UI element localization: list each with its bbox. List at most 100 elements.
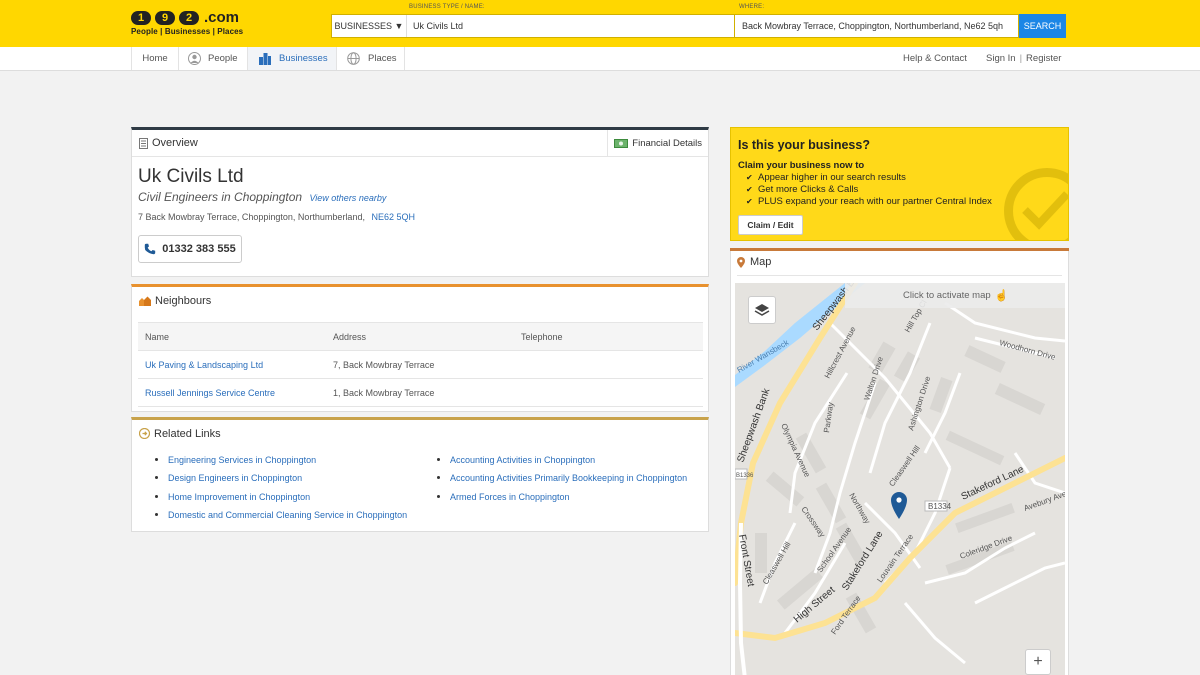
help-contact-label: Help & Contact — [903, 53, 967, 64]
related-links-header: Related Links — [132, 420, 708, 447]
related-link[interactable]: Accounting Activities Primarily Bookkeep… — [450, 473, 687, 483]
account-links: Sign In | Register — [986, 47, 1061, 70]
logo-digit: 1 — [131, 10, 151, 25]
neighbours-title: Neighbours — [155, 294, 212, 307]
map-panel: Map Sheepwash Bank River Wansbeck Stakef… — [730, 248, 1069, 675]
nav-home[interactable]: Home — [131, 47, 179, 70]
benefit-text: PLUS expand your reach with our partner … — [758, 196, 992, 208]
business-category-line: Civil Engineers in Choppington View othe… — [138, 190, 386, 204]
neighbour-name-link[interactable]: Russell Jennings Service Centre — [145, 388, 275, 398]
check-icon: ✔ — [746, 185, 753, 195]
phone-button[interactable]: 01332 383 555 — [138, 235, 242, 263]
houses-icon — [139, 296, 151, 306]
list-item: Armed Forces in Choppington — [437, 491, 687, 509]
register-link[interactable]: Register — [1026, 53, 1061, 64]
business-search-group: BUSINESSES ▼ — [331, 14, 735, 38]
globe-icon — [347, 52, 360, 65]
overview-header: Overview Financial Details — [132, 129, 708, 157]
search-button[interactable]: SEARCH — [1019, 14, 1066, 38]
neighbour-address: 7, Back Mowbray Terrace — [326, 350, 514, 379]
person-icon — [188, 52, 201, 65]
related-links-title: Related Links — [154, 427, 221, 440]
location-input[interactable] — [735, 14, 1019, 38]
table-row: Uk Paving & Landscaping Ltd 7, Back Mowb… — [138, 350, 703, 379]
list-item: ✔ PLUS expand your reach with our partner… — [746, 196, 992, 208]
related-link[interactable]: Home Improvement in Choppington — [168, 492, 310, 502]
list-item: Domestic and Commercial Cleaning Service… — [155, 509, 407, 527]
nav-places[interactable]: Places — [337, 47, 405, 70]
activate-map-label: Click to activate map — [903, 290, 991, 301]
list-item: ✔ Appear higher in our search results — [746, 172, 992, 184]
phone-icon — [145, 243, 156, 255]
logo-suffix: .com — [204, 8, 240, 26]
document-icon — [139, 137, 148, 149]
column-header-address: Address — [326, 322, 514, 351]
link-icon — [139, 428, 150, 439]
related-link[interactable]: Domestic and Commercial Cleaning Service… — [168, 510, 407, 520]
table-header-row: Name Address Telephone — [138, 322, 703, 351]
related-links-left: Engineering Services in Choppington Desi… — [155, 454, 407, 527]
list-item: Accounting Activities in Choppington — [437, 454, 687, 472]
benefit-text: Get more Clicks & Calls — [758, 184, 859, 196]
buildings-icon — [259, 53, 271, 65]
related-links-right: Accounting Activities in Choppington Acc… — [437, 454, 687, 509]
help-contact-link[interactable]: Help & Contact — [903, 47, 967, 70]
map-pin-icon — [737, 256, 745, 268]
list-item: Home Improvement in Choppington — [155, 491, 407, 509]
benefit-text: Appear higher in our search results — [758, 172, 906, 183]
neighbour-address: 1, Back Mowbray Terrace — [326, 378, 514, 407]
account-separator: | — [1019, 53, 1023, 64]
related-link[interactable]: Armed Forces in Choppington — [450, 492, 570, 502]
cursor-icon: ☝ — [994, 290, 1009, 302]
check-icon: ✔ — [746, 197, 753, 207]
neighbours-header: Neighbours — [132, 287, 708, 314]
list-item: Accounting Activities Primarily Bookkeep… — [437, 472, 687, 490]
logo-digit: 2 — [179, 10, 199, 25]
neighbour-phone — [514, 378, 703, 407]
related-links-panel: Related Links Engineering Services in Ch… — [131, 417, 709, 532]
overview-title: Overview — [152, 137, 198, 149]
main-nav: Home People Businesses Places Help & Con… — [0, 47, 1200, 71]
column-header-telephone: Telephone — [514, 322, 703, 351]
claim-benefits: ✔ Appear higher in our search results ✔ Ge… — [746, 172, 992, 209]
logo-digit: 9 — [155, 10, 175, 25]
sign-in-link[interactable]: Sign In — [986, 53, 1016, 64]
business-name-input[interactable] — [407, 15, 734, 37]
check-icon: ✔ — [746, 173, 753, 182]
nav-people-label: People — [208, 53, 238, 64]
claim-edit-button[interactable]: Claim / Edit — [738, 215, 803, 235]
financial-details-label: Financial Details — [632, 137, 702, 149]
neighbours-table: Name Address Telephone Uk Paving & Lands… — [138, 322, 703, 407]
financial-details-tab[interactable]: Financial Details — [607, 129, 708, 157]
road-number: B1336 — [736, 473, 754, 479]
nav-businesses[interactable]: Businesses — [248, 47, 337, 70]
claim-title: Is this your business? — [738, 138, 870, 152]
layers-button[interactable] — [748, 296, 776, 324]
header-bar: 1 9 2 .com People | Businesses | Places … — [0, 0, 1200, 47]
table-row: Russell Jennings Service Centre 1, Back … — [138, 378, 703, 407]
zoom-in-button[interactable]: + — [1025, 649, 1051, 675]
nav-places-label: Places — [368, 53, 397, 64]
site-logo[interactable]: 1 9 2 .com People | Businesses | Places — [131, 10, 261, 38]
nav-people[interactable]: People — [179, 47, 248, 70]
column-header-name: Name — [138, 322, 326, 351]
postcode-link[interactable]: NE62 5QH — [371, 212, 415, 222]
map-graphic: Sheepwash Bank Sheepwash Bank River Wans… — [735, 283, 1065, 675]
related-link[interactable]: Design Engineers in Choppington — [168, 473, 302, 483]
activate-map-overlay[interactable]: Click to activate map ☝ — [845, 283, 1065, 308]
neighbour-phone — [514, 350, 703, 379]
claim-business-box: Is this your business? Claim your busine… — [730, 127, 1069, 241]
list-item: ✔ Get more Clicks & Calls — [746, 184, 992, 196]
related-link[interactable]: Engineering Services in Choppington — [168, 455, 316, 465]
map-canvas[interactable]: Sheepwash Bank Sheepwash Bank River Wans… — [735, 283, 1065, 675]
related-link[interactable]: Accounting Activities in Choppington — [450, 455, 595, 465]
view-others-nearby-link[interactable]: View others nearby — [309, 193, 386, 203]
logo-tagline: People | Businesses | Places — [131, 27, 244, 36]
business-category: Civil Engineers in Choppington — [138, 190, 303, 204]
where-field-label: WHERE: — [739, 4, 765, 10]
address-text: 7 Back Mowbray Terrace, Choppington, Nor… — [138, 212, 365, 222]
business-address: 7 Back Mowbray Terrace, Choppington, Nor… — [138, 212, 415, 222]
neighbour-name-link[interactable]: Uk Paving & Landscaping Ltd — [145, 360, 263, 370]
list-item: Engineering Services in Choppington — [155, 454, 407, 472]
search-type-select[interactable]: BUSINESSES ▼ — [332, 15, 407, 37]
